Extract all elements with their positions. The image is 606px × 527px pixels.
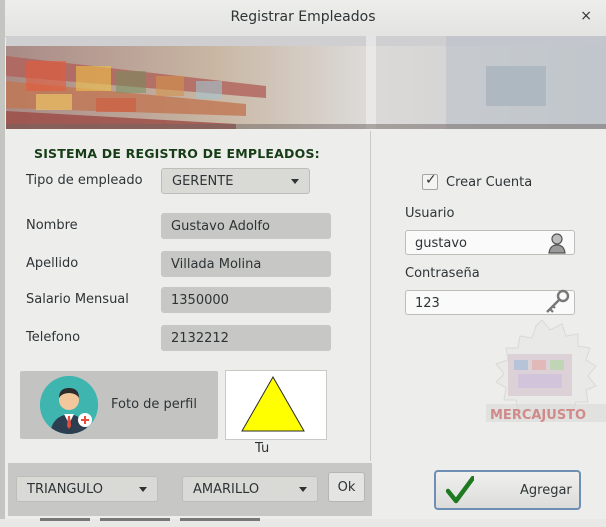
logo-text: MERCAJUSTO <box>490 408 586 423</box>
agregar-button[interactable]: Agregar <box>434 470 581 510</box>
checkmark-icon: ✓ <box>425 172 437 188</box>
panel-separator <box>370 131 371 461</box>
crear-cuenta-checkbox[interactable]: ✓ <box>422 172 438 190</box>
user-icon <box>546 231 568 254</box>
user-avatar-icon <box>40 376 98 434</box>
usuario-label: Usuario <box>405 206 455 221</box>
salario-label: Salario Mensual <box>26 292 129 307</box>
nombre-field[interactable]: Gustavo Adolfo <box>161 213 331 239</box>
app-window: Registrar Empleados × SISTEMA DE REGISTR… <box>0 0 606 521</box>
tipo-empleado-value: GERENTE <box>172 174 234 189</box>
window-title: Registrar Empleados <box>230 9 376 25</box>
profile-photo-label: Foto de perfil <box>111 397 197 412</box>
dropdown-arrow-icon <box>139 487 147 492</box>
left-edge-shadow <box>0 0 5 519</box>
telefono-field[interactable]: 2132212 <box>161 325 331 351</box>
shape-caption: Tu <box>255 441 270 456</box>
mercajusto-logo: MERCAJUSTO <box>478 318 606 436</box>
apellido-field[interactable]: Villada Molina <box>161 251 331 277</box>
dropdown-arrow-icon <box>299 487 307 492</box>
password-value: 123 <box>415 296 440 311</box>
dropdown-arrow-icon <box>291 179 299 184</box>
checkmark-icon <box>445 475 476 504</box>
ok-button[interactable]: Ok <box>328 472 365 502</box>
tipo-empleado-label: Tipo de empleado <box>26 173 143 188</box>
title-bar: Registrar Empleados × <box>0 0 606 37</box>
close-icon[interactable]: × <box>580 8 592 24</box>
salario-field[interactable]: 1350000 <box>161 287 331 313</box>
apellido-label: Apellido <box>26 256 79 271</box>
shape-select[interactable]: TRIANGULO <box>16 476 158 502</box>
form-heading: SISTEMA DE REGISTRO DE EMPLEADOS: <box>34 146 320 161</box>
password-label: Contraseña <box>405 266 480 281</box>
tipo-empleado-select[interactable]: GERENTE <box>161 168 310 194</box>
color-select[interactable]: AMARILLO <box>182 476 318 502</box>
agregar-label: Agregar <box>520 483 572 498</box>
nombre-label: Nombre <box>26 218 78 233</box>
shape-select-value: TRIANGULO <box>27 482 104 497</box>
telefono-label: Telefono <box>26 330 81 345</box>
key-icon <box>543 288 571 316</box>
crear-cuenta-label: Crear Cuenta <box>446 175 533 190</box>
supermarket-banner-image <box>6 36 606 129</box>
usuario-value: gustavo <box>415 236 467 251</box>
color-select-value: AMARILLO <box>193 482 260 497</box>
shape-preview <box>225 370 327 440</box>
profile-photo-button[interactable]: Foto de perfil <box>20 371 218 439</box>
